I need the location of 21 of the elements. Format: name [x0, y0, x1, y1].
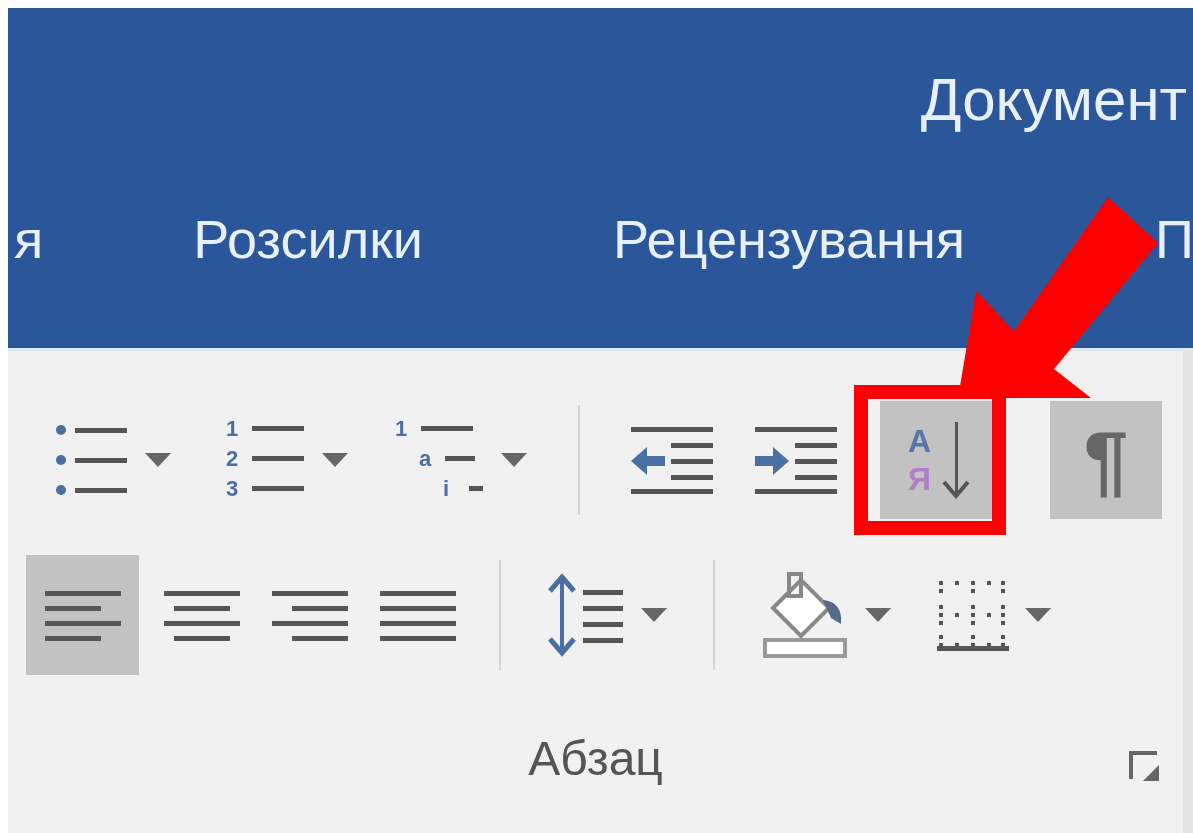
dialog-launcher-icon[interactable]: [1129, 751, 1161, 783]
pilcrow-icon: ¶: [1083, 420, 1129, 500]
decrease-indent-icon: [629, 425, 715, 495]
align-left-icon: [42, 589, 123, 641]
align-left-button[interactable]: [26, 555, 139, 675]
numbering-button[interactable]: 1 2 3: [212, 401, 362, 519]
bulleted-list-icon: [55, 422, 129, 498]
ribbon-tab[interactable]: я: [14, 212, 44, 266]
align-center-icon: [162, 589, 242, 641]
group-label: Абзац: [528, 735, 663, 783]
show-formatting-marks-button[interactable]: ¶: [1050, 401, 1162, 519]
increase-indent-icon: [753, 425, 839, 495]
align-right-icon: [270, 589, 350, 641]
borders-icon: [937, 579, 1009, 651]
ribbon-tab[interactable]: Розсилки: [193, 212, 423, 266]
multilevel-list-button[interactable]: 1 a i: [386, 401, 536, 519]
align-justify-icon: [378, 589, 458, 641]
line-spacing-icon: [547, 573, 625, 657]
ribbon-tab[interactable]: П: [1154, 212, 1193, 266]
paint-bucket-icon: [761, 572, 849, 658]
window-title: Документ: [920, 70, 1187, 130]
